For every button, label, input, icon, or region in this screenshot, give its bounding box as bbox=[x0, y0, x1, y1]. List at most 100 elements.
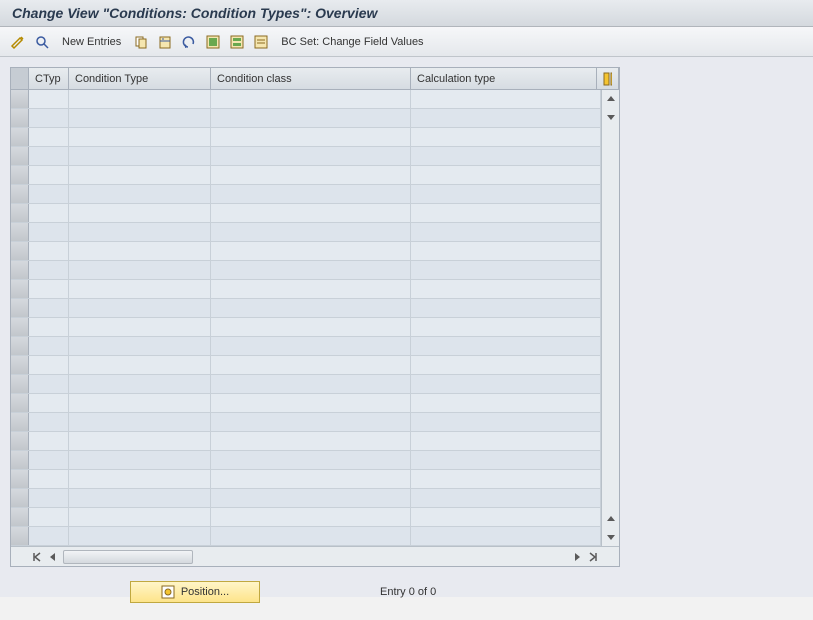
cell-ctyp[interactable] bbox=[29, 128, 69, 146]
cell-ctyp[interactable] bbox=[29, 166, 69, 184]
scroll-down-icon[interactable] bbox=[604, 530, 618, 544]
cell-condition-class[interactable] bbox=[211, 185, 411, 203]
cell-condition-class[interactable] bbox=[211, 128, 411, 146]
cell-condition-type[interactable] bbox=[69, 261, 211, 279]
column-condition-type[interactable]: Condition Type bbox=[69, 68, 211, 89]
cell-condition-type[interactable] bbox=[69, 204, 211, 222]
horizontal-scroll-thumb[interactable] bbox=[63, 550, 193, 564]
cell-ctyp[interactable] bbox=[29, 413, 69, 431]
cell-condition-class[interactable] bbox=[211, 90, 411, 108]
row-selector[interactable] bbox=[11, 394, 29, 412]
table-row[interactable] bbox=[11, 375, 601, 394]
table-row[interactable] bbox=[11, 470, 601, 489]
cell-condition-class[interactable] bbox=[211, 261, 411, 279]
cell-ctyp[interactable] bbox=[29, 90, 69, 108]
table-settings-button[interactable] bbox=[597, 68, 619, 89]
row-selector[interactable] bbox=[11, 299, 29, 317]
delete-icon[interactable] bbox=[155, 32, 175, 52]
cell-condition-type[interactable] bbox=[69, 394, 211, 412]
cell-condition-type[interactable] bbox=[69, 413, 211, 431]
cell-calculation-type[interactable] bbox=[411, 166, 601, 184]
cell-ctyp[interactable] bbox=[29, 185, 69, 203]
table-row[interactable] bbox=[11, 394, 601, 413]
cell-calculation-type[interactable] bbox=[411, 109, 601, 127]
cell-condition-type[interactable] bbox=[69, 128, 211, 146]
cell-ctyp[interactable] bbox=[29, 470, 69, 488]
table-row[interactable] bbox=[11, 90, 601, 109]
cell-ctyp[interactable] bbox=[29, 109, 69, 127]
cell-condition-type[interactable] bbox=[69, 299, 211, 317]
cell-condition-class[interactable] bbox=[211, 109, 411, 127]
cell-calculation-type[interactable] bbox=[411, 128, 601, 146]
cell-condition-type[interactable] bbox=[69, 223, 211, 241]
table-row[interactable] bbox=[11, 337, 601, 356]
cell-condition-type[interactable] bbox=[69, 451, 211, 469]
cell-condition-type[interactable] bbox=[69, 489, 211, 507]
cell-ctyp[interactable] bbox=[29, 261, 69, 279]
cell-calculation-type[interactable] bbox=[411, 337, 601, 355]
cell-condition-type[interactable] bbox=[69, 432, 211, 450]
cell-calculation-type[interactable] bbox=[411, 413, 601, 431]
horizontal-scrollbar[interactable] bbox=[11, 546, 619, 566]
cell-ctyp[interactable] bbox=[29, 280, 69, 298]
cell-condition-type[interactable] bbox=[69, 242, 211, 260]
cell-ctyp[interactable] bbox=[29, 337, 69, 355]
cell-condition-class[interactable] bbox=[211, 527, 411, 545]
cell-condition-type[interactable] bbox=[69, 356, 211, 374]
cell-condition-class[interactable] bbox=[211, 318, 411, 336]
cell-condition-class[interactable] bbox=[211, 337, 411, 355]
row-selector[interactable] bbox=[11, 242, 29, 260]
table-row[interactable] bbox=[11, 299, 601, 318]
cell-condition-class[interactable] bbox=[211, 489, 411, 507]
row-selector[interactable] bbox=[11, 432, 29, 450]
cell-calculation-type[interactable] bbox=[411, 223, 601, 241]
cell-condition-type[interactable] bbox=[69, 185, 211, 203]
row-selector[interactable] bbox=[11, 90, 29, 108]
scroll-down-small-icon[interactable] bbox=[604, 110, 618, 124]
select-block-icon[interactable] bbox=[227, 32, 247, 52]
table-row[interactable] bbox=[11, 432, 601, 451]
deselect-all-icon[interactable] bbox=[251, 32, 271, 52]
cell-condition-type[interactable] bbox=[69, 375, 211, 393]
row-selector[interactable] bbox=[11, 166, 29, 184]
cell-condition-type[interactable] bbox=[69, 109, 211, 127]
table-row[interactable] bbox=[11, 527, 601, 546]
table-row[interactable] bbox=[11, 147, 601, 166]
cell-calculation-type[interactable] bbox=[411, 394, 601, 412]
cell-condition-class[interactable] bbox=[211, 451, 411, 469]
cell-condition-class[interactable] bbox=[211, 470, 411, 488]
copy-icon[interactable] bbox=[131, 32, 151, 52]
bc-set-button[interactable]: BC Set: Change Field Values bbox=[275, 36, 429, 48]
cell-calculation-type[interactable] bbox=[411, 375, 601, 393]
cell-ctyp[interactable] bbox=[29, 527, 69, 545]
row-selector[interactable] bbox=[11, 375, 29, 393]
cell-condition-class[interactable] bbox=[211, 508, 411, 526]
cell-condition-class[interactable] bbox=[211, 356, 411, 374]
row-selector[interactable] bbox=[11, 128, 29, 146]
scroll-left-icon[interactable] bbox=[45, 549, 61, 565]
table-row[interactable] bbox=[11, 128, 601, 147]
cell-ctyp[interactable] bbox=[29, 299, 69, 317]
cell-condition-class[interactable] bbox=[211, 394, 411, 412]
cell-condition-type[interactable] bbox=[69, 337, 211, 355]
row-selector[interactable] bbox=[11, 413, 29, 431]
cell-calculation-type[interactable] bbox=[411, 432, 601, 450]
row-selector[interactable] bbox=[11, 527, 29, 545]
cell-calculation-type[interactable] bbox=[411, 318, 601, 336]
cell-condition-type[interactable] bbox=[69, 147, 211, 165]
cell-ctyp[interactable] bbox=[29, 318, 69, 336]
row-selector[interactable] bbox=[11, 109, 29, 127]
table-row[interactable] bbox=[11, 489, 601, 508]
cell-condition-type[interactable] bbox=[69, 470, 211, 488]
row-selector[interactable] bbox=[11, 470, 29, 488]
scroll-last-icon[interactable] bbox=[585, 549, 601, 565]
table-row[interactable] bbox=[11, 223, 601, 242]
column-calculation-type[interactable]: Calculation type bbox=[411, 68, 597, 89]
table-row[interactable] bbox=[11, 413, 601, 432]
cell-condition-class[interactable] bbox=[211, 242, 411, 260]
cell-calculation-type[interactable] bbox=[411, 527, 601, 545]
scroll-up-icon[interactable] bbox=[604, 92, 618, 106]
row-selector[interactable] bbox=[11, 318, 29, 336]
cell-condition-type[interactable] bbox=[69, 166, 211, 184]
scroll-right-icon[interactable] bbox=[569, 549, 585, 565]
